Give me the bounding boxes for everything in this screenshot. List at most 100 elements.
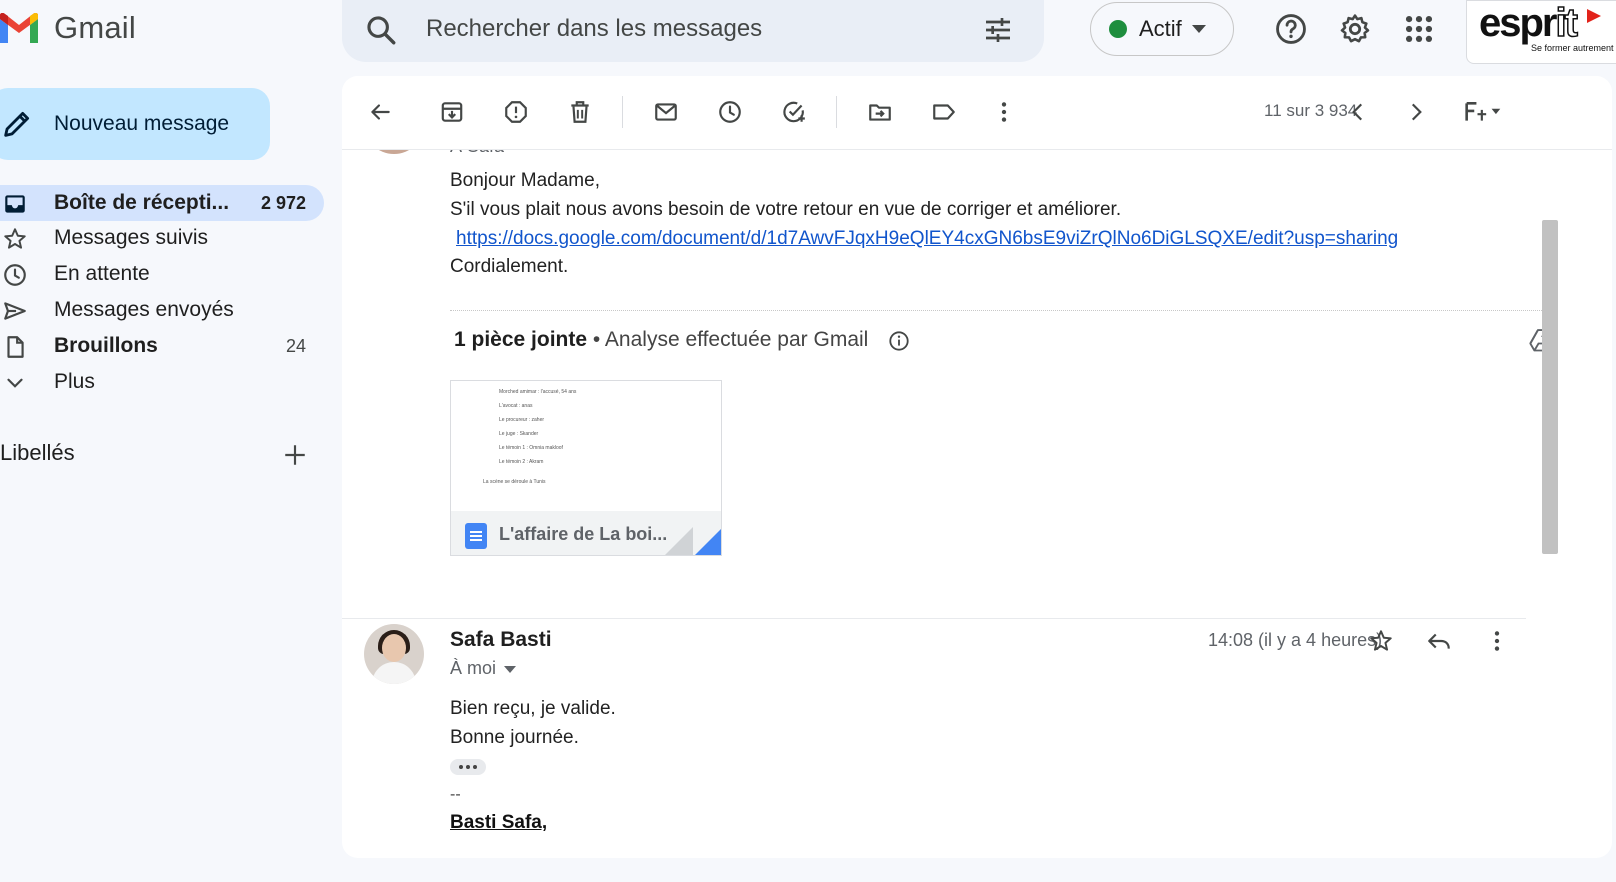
recipient-line: À moi bbox=[450, 658, 497, 678]
labels-heading: Libellés bbox=[0, 440, 75, 465]
star-icon bbox=[4, 228, 26, 249]
apps-button[interactable] bbox=[1400, 10, 1438, 48]
newer-button[interactable] bbox=[1340, 94, 1376, 130]
message-view: 11 sur 3 934 À Safa Bonjour Madame, S'il… bbox=[342, 76, 1612, 858]
search-icon[interactable] bbox=[364, 13, 398, 47]
sender-avatar[interactable] bbox=[364, 624, 424, 684]
sender-name[interactable]: Safa Basti bbox=[450, 628, 552, 652]
sidebar-item-drafts[interactable]: Brouillons 24 bbox=[0, 328, 324, 364]
signature-separator: -- bbox=[450, 786, 461, 803]
input-tools-button[interactable] bbox=[1456, 94, 1512, 130]
scrollbar-thumb[interactable] bbox=[1542, 220, 1558, 554]
mark-unread-button[interactable] bbox=[648, 94, 684, 130]
drafts-count: 24 bbox=[285, 335, 306, 356]
archive-button[interactable] bbox=[434, 94, 470, 130]
page-fold-corner bbox=[693, 527, 721, 555]
status-selector[interactable]: Actif bbox=[1090, 2, 1234, 56]
info-icon[interactable] bbox=[888, 330, 910, 352]
snooze-button[interactable] bbox=[712, 94, 748, 130]
sidebar-item-more[interactable]: Plus bbox=[0, 364, 324, 400]
google-docs-icon bbox=[465, 523, 487, 549]
compose-button[interactable]: Nouveau message bbox=[0, 88, 270, 160]
star-icon bbox=[1370, 630, 1392, 651]
status-dot bbox=[1109, 20, 1127, 38]
help-icon bbox=[1276, 14, 1306, 44]
search-options-icon[interactable] bbox=[982, 14, 1014, 46]
reply-icon bbox=[1428, 633, 1450, 649]
message-line: S'il vous plait nous avons besoin de vot… bbox=[450, 199, 1122, 220]
task-add-icon bbox=[783, 101, 805, 123]
add-label-icon[interactable] bbox=[282, 442, 308, 468]
archive-icon bbox=[441, 102, 463, 122]
sidebar-nav: Boîte de récepti... 2 972 Messages suivi… bbox=[0, 185, 324, 400]
settings-button[interactable] bbox=[1336, 10, 1374, 48]
gear-icon bbox=[1340, 14, 1370, 43]
unread-count: 2 972 bbox=[260, 192, 306, 213]
back-button[interactable] bbox=[362, 94, 398, 130]
esprit-tagline: Se former autrement bbox=[1531, 43, 1614, 53]
sidebar-item-sent[interactable]: Messages envoyés bbox=[0, 292, 324, 328]
more-actions-button[interactable] bbox=[986, 94, 1022, 130]
attachment-card[interactable]: Morched amimar : l'accusé, 54 ans L'avoc… bbox=[450, 380, 722, 556]
chevron-right-icon bbox=[1411, 103, 1422, 121]
recipient-details-toggle[interactable]: À moi bbox=[450, 658, 517, 679]
search-input[interactable] bbox=[426, 12, 946, 46]
message-timestamp: 14:08 (il y a 4 heures) bbox=[1208, 630, 1383, 650]
inbox-icon bbox=[5, 195, 25, 213]
sidebar-item-inbox[interactable]: Boîte de récepti... 2 972 bbox=[0, 185, 324, 221]
attachment-name: L'affaire de La boi... bbox=[499, 524, 668, 544]
label-button[interactable] bbox=[926, 94, 962, 130]
sidebar-item-label: En attente bbox=[54, 262, 150, 285]
more-vert-icon bbox=[1001, 102, 1007, 122]
gmail-m-icon bbox=[0, 13, 38, 43]
toolbar-divider bbox=[622, 96, 623, 128]
sidebar-item-starred[interactable]: Messages suivis bbox=[0, 220, 324, 256]
sidebar-item-snoozed[interactable]: En attente bbox=[0, 256, 324, 292]
trash-icon bbox=[571, 101, 589, 123]
send-icon bbox=[4, 302, 26, 320]
attachment-divider bbox=[450, 310, 1558, 311]
caret-down-icon bbox=[504, 665, 517, 673]
status-label: Actif bbox=[1139, 16, 1182, 41]
message-line: Cordialement. bbox=[450, 256, 569, 277]
arrow-left-icon bbox=[371, 104, 390, 120]
caret-down-icon bbox=[1191, 25, 1206, 33]
attachment-header: 1 pièce jointe • Analyse effectuée par G… bbox=[454, 328, 868, 352]
toolbar-divider bbox=[836, 96, 837, 128]
help-button[interactable] bbox=[1272, 10, 1310, 48]
gmail-wordmark: Gmail bbox=[54, 10, 136, 45]
chevron-left-icon bbox=[1352, 103, 1363, 121]
star-button[interactable] bbox=[1364, 624, 1398, 658]
clock-icon bbox=[4, 264, 26, 286]
sidebar-item-label: Messages envoyés bbox=[54, 298, 234, 321]
message-line: Bonne journée. bbox=[450, 727, 579, 748]
report-spam-button[interactable] bbox=[498, 94, 534, 130]
search-bar[interactable] bbox=[342, 0, 1044, 62]
document-link[interactable]: https://docs.google.com/document/d/1d7Aw… bbox=[456, 224, 1398, 253]
message-toolbar: 11 sur 3 934 bbox=[342, 76, 1612, 150]
gmail-logo[interactable]: Gmail bbox=[0, 8, 136, 48]
esprit-wordmark: esprit bbox=[1479, 1, 1579, 46]
input-tools-icon bbox=[1465, 102, 1501, 121]
show-trimmed-content-button[interactable] bbox=[450, 759, 486, 775]
add-to-tasks-button[interactable] bbox=[776, 94, 812, 130]
message-line: Bonjour Madame, bbox=[450, 170, 600, 191]
sidebar-item-label: Boîte de récepti... bbox=[54, 191, 230, 214]
delete-button[interactable] bbox=[562, 94, 598, 130]
sidebar-item-label: Brouillons bbox=[54, 334, 158, 357]
sidebar-item-label: Plus bbox=[54, 370, 95, 393]
apps-grid-icon bbox=[1405, 15, 1433, 43]
attachment-count: 1 pièce jointe bbox=[454, 328, 588, 351]
spam-icon bbox=[505, 101, 527, 123]
reply-button[interactable] bbox=[1422, 624, 1456, 658]
page-fold-shadow bbox=[663, 527, 693, 555]
older-button[interactable] bbox=[1398, 94, 1434, 130]
message-divider bbox=[342, 618, 1526, 619]
attachment-preview: Morched amimar : l'accusé, 54 ans L'avoc… bbox=[451, 381, 721, 511]
move-to-button[interactable] bbox=[862, 94, 898, 130]
draft-icon bbox=[7, 336, 24, 358]
signature-name: Basti Safa, bbox=[450, 812, 548, 833]
message-more-button[interactable] bbox=[1480, 624, 1514, 658]
account-brand-logo[interactable]: esprit Se former autrement bbox=[1466, 0, 1616, 64]
envelope-icon bbox=[655, 103, 677, 121]
